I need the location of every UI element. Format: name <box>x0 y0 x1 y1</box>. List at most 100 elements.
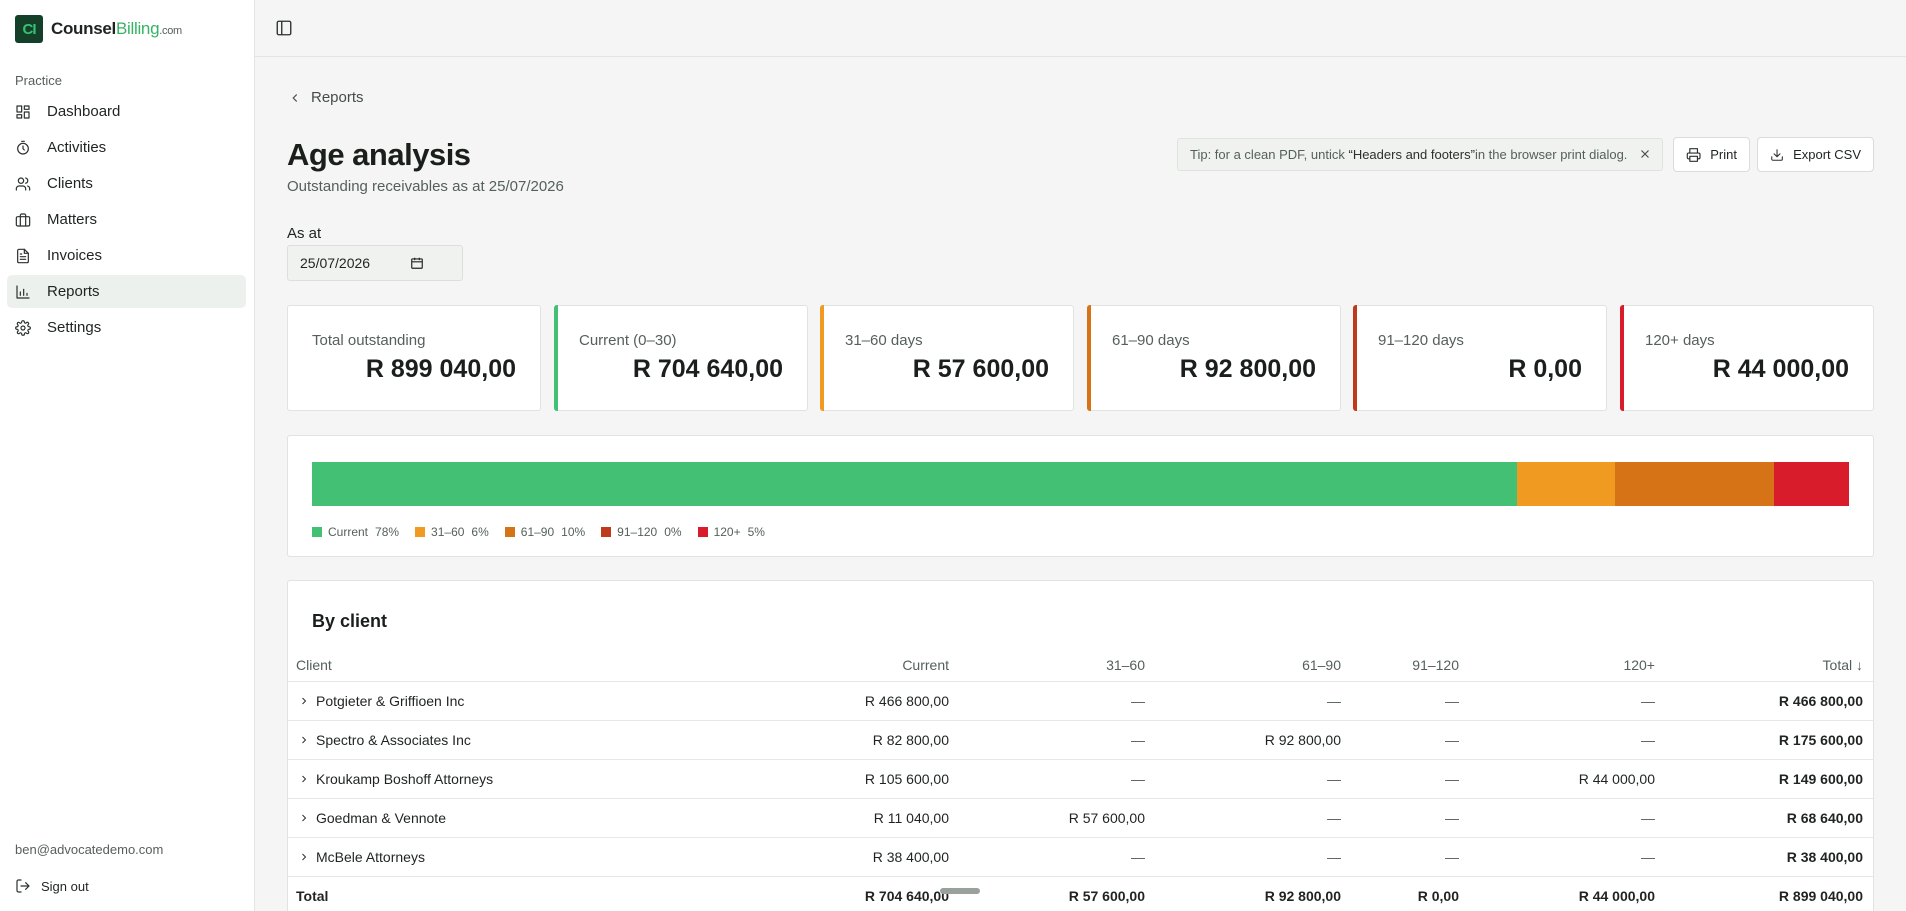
cell-d120: — <box>1641 732 1655 748</box>
table-row[interactable]: McBele Attorneys R 38 400,00 — — — — R 38 400,… <box>288 837 1873 876</box>
legend-label: 31–60 <box>431 525 465 539</box>
page-title: Age analysis <box>287 137 471 172</box>
brand-name-part2: Billing <box>115 19 160 38</box>
chevron-right-icon[interactable] <box>298 811 310 823</box>
column-header-61-90[interactable]: 61–90 <box>1302 657 1341 673</box>
bar-segment-5 <box>1773 462 1849 506</box>
table-title: By client <box>312 611 388 631</box>
cell-total: R 68 640,00 <box>1786 810 1863 826</box>
legend-percent: 0% <box>664 525 682 539</box>
legend-percent: 78% <box>375 525 400 539</box>
table-row[interactable]: Goedman & Vennote R 11 040,00 R 57 600,00 —… <box>288 798 1873 837</box>
sidebar-toggle-button[interactable] <box>275 19 293 37</box>
cell-d120: — <box>1641 849 1655 865</box>
table-row[interactable]: Potgieter & Griffioen Inc R 466 800,00 — — —… <box>288 681 1873 720</box>
summary-card-stripe <box>1620 305 1624 411</box>
printer-icon <box>1686 147 1701 162</box>
as-at-date-input[interactable]: 25/07/2026 <box>287 245 463 281</box>
legend-label: 120+ <box>713 525 741 539</box>
legend-percent: 10% <box>561 525 586 539</box>
summary-card-stripe <box>1087 305 1091 411</box>
tip-prefix: Tip: for a clean PDF, untick <box>1190 147 1345 162</box>
as-at-date-value: 25/07/2026 <box>300 255 371 271</box>
summary-card-label: 31–60 days <box>845 332 923 349</box>
close-icon <box>1641 150 1649 158</box>
summary-card-label: 91–120 days <box>1378 332 1464 349</box>
chevron-right-icon[interactable] <box>298 850 310 862</box>
summary-card-120-plus: 120+ days R 44 000,00 <box>1620 305 1874 411</box>
column-header-total[interactable]: Total ↓ <box>1823 657 1863 673</box>
cell-total: R 149 600,00 <box>1778 771 1863 787</box>
chevron-right-icon[interactable] <box>298 772 310 784</box>
sidebar-item-label: Activities <box>47 139 107 156</box>
tip-highlight: “Headers and footers” <box>1348 147 1475 162</box>
summary-card-label: Total outstanding <box>312 332 426 349</box>
logo-text: CounselBilling.com <box>51 19 182 39</box>
cell-d91_120: R 0,00 <box>1417 888 1459 904</box>
nav-section-label: Practice <box>15 73 62 88</box>
top-bar <box>255 0 1906 57</box>
chevron-right-icon[interactable] <box>298 733 310 745</box>
sidebar-item-dashboard[interactable]: Dashboard <box>7 95 246 128</box>
sidebar-item-clients[interactable]: Clients <box>7 167 246 200</box>
back-link[interactable]: Reports <box>288 89 364 106</box>
calendar-icon[interactable] <box>410 256 424 270</box>
summary-card-label: 120+ days <box>1645 332 1715 349</box>
summary-cards: Total outstanding R 899 040,00 Current (… <box>287 305 1874 411</box>
sign-out-button[interactable]: Sign out <box>15 878 89 894</box>
cell-total: R 38 400,00 <box>1786 849 1863 865</box>
cell-total: R 466 800,00 <box>1778 693 1863 709</box>
sidebar-item-activities[interactable]: Activities <box>7 131 246 164</box>
cell-d120: — <box>1641 810 1655 826</box>
cell-d31_60: R 57 600,00 <box>1068 810 1145 826</box>
print-button[interactable]: Print <box>1673 137 1750 172</box>
column-header-31-60[interactable]: 31–60 <box>1106 657 1145 673</box>
by-client-table: By client Client Current 31–60 61–90 91–… <box>287 580 1874 911</box>
cell-d61_90: — <box>1327 810 1341 826</box>
legend-swatch <box>504 527 515 537</box>
column-header-client[interactable]: Client <box>296 657 332 673</box>
legend-label: Current <box>328 525 369 539</box>
column-header-current[interactable]: Current <box>902 657 949 673</box>
legend-swatch <box>697 527 708 537</box>
cell-d31_60: R 57 600,00 <box>1068 888 1145 904</box>
sidebar-item-label: Clients <box>47 175 93 192</box>
sign-out-icon <box>16 879 30 893</box>
client-name-cell: Total <box>296 888 329 904</box>
sidebar-item-invoices[interactable]: Invoices <box>7 239 246 272</box>
sidebar-nav: Dashboard Activities Clients Matters Inv… <box>7 95 246 347</box>
cell-current: R 82 800,00 <box>872 732 949 748</box>
legend-item: 31–60 6% <box>415 525 489 539</box>
client-name-cell: Spectro & Associates Inc <box>316 732 471 748</box>
sign-out-label: Sign out <box>41 878 89 894</box>
cell-d91_120: — <box>1445 732 1459 748</box>
cell-d61_90: R 92 800,00 <box>1264 888 1341 904</box>
column-header-91-120[interactable]: 91–120 <box>1412 657 1459 673</box>
document-icon <box>17 248 29 263</box>
table-row[interactable]: Kroukamp Boshoff Attorneys R 105 600,00 — —… <box>288 759 1873 798</box>
export-csv-button[interactable]: Export CSV <box>1757 137 1874 172</box>
user-email: ben@advocatedemo.com <box>15 842 164 857</box>
legend-label: 61–90 <box>520 525 555 539</box>
aging-legend: Current 78% 31–60 6% 61–90 10% 91–120 0% 120+ 5% <box>312 525 781 539</box>
users-icon <box>15 176 31 191</box>
aging-stacked-bar <box>312 462 1849 506</box>
summary-card-31-60: 31–60 days R 57 600,00 <box>820 305 1074 411</box>
summary-card-value: R 704 640,00 <box>632 355 783 383</box>
page-subtitle: Outstanding receivables as at 25/07/2026 <box>287 178 564 195</box>
brand-logo[interactable]: CI CounselBilling.com <box>15 15 182 43</box>
legend-label: 91–120 <box>617 525 658 539</box>
client-name-cell: Kroukamp Boshoff Attorneys <box>316 771 494 787</box>
chevron-left-icon <box>292 93 298 102</box>
summary-card-value: R 57 600,00 <box>912 355 1049 383</box>
horizontal-scrollbar[interactable] <box>940 888 980 894</box>
sidebar-item-matters[interactable]: Matters <box>7 203 246 236</box>
dashboard-icon <box>16 104 30 119</box>
sidebar-item-reports[interactable]: Reports <box>7 275 246 308</box>
sidebar-item-settings[interactable]: Settings <box>7 311 246 344</box>
table-row[interactable]: Spectro & Associates Inc R 82 800,00 — R 92… <box>288 720 1873 759</box>
tip-close-button[interactable] <box>1638 147 1652 161</box>
as-at-label: As at <box>287 225 322 242</box>
column-header-120-plus[interactable]: 120+ <box>1623 657 1655 673</box>
chevron-right-icon[interactable] <box>298 694 310 706</box>
